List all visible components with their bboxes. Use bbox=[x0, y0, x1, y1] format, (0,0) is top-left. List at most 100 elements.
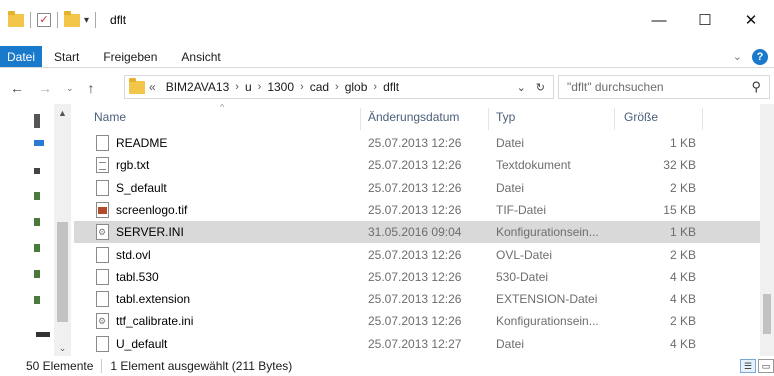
table-row[interactable]: S_default 25.07.2013 12:26 Datei 2 KB bbox=[74, 177, 760, 199]
table-row[interactable]: ttf_calibrate.ini 25.07.2013 12:26 Konfigu… bbox=[74, 310, 760, 332]
network-drive-icon[interactable] bbox=[34, 296, 40, 304]
maximize-button[interactable]: ☐ bbox=[682, 0, 728, 40]
address-bar[interactable]: « BIM2AVA13 › u › 1300 › cad › glob › df… bbox=[124, 75, 554, 99]
breadcrumb-overflow[interactable]: « bbox=[149, 80, 156, 94]
scrollbar-thumb[interactable] bbox=[763, 294, 771, 334]
settings-file-icon bbox=[96, 313, 109, 330]
file-icon bbox=[96, 268, 109, 285]
column-size[interactable]: Größe bbox=[624, 110, 658, 124]
file-size: 4 KB bbox=[669, 292, 696, 307]
search-input[interactable]: "dflt" durchsuchen ⚲ bbox=[558, 75, 770, 99]
large-icons-view-icon[interactable]: ▭ bbox=[758, 359, 774, 373]
table-row[interactable]: README 25.07.2013 12:26 Datei 1 KB bbox=[74, 132, 760, 154]
table-row[interactable]: U_default 25.07.2013 12:27 Datei 4 KB bbox=[74, 333, 760, 355]
new-folder-icon[interactable] bbox=[64, 10, 80, 27]
table-row[interactable]: tabl.530 25.07.2013 12:26 530-Datei 4 KB bbox=[74, 266, 760, 288]
quick-access-icon[interactable] bbox=[34, 114, 40, 128]
title-bar: ✓ ▾ dflt — ☐ ✕ bbox=[0, 0, 774, 40]
network-drive-icon[interactable] bbox=[34, 270, 40, 278]
chevron-right-icon[interactable]: › bbox=[258, 81, 262, 93]
file-date: 25.07.2013 12:26 bbox=[368, 136, 462, 150]
network-drive-icon[interactable] bbox=[34, 218, 40, 226]
chevron-right-icon[interactable]: › bbox=[373, 81, 377, 93]
column-divider[interactable] bbox=[702, 108, 703, 130]
chevron-right-icon[interactable]: › bbox=[335, 81, 339, 93]
file-type: Datei bbox=[496, 180, 525, 195]
table-row[interactable]: tabl.extension 25.07.2013 12:26 EXTENSION-… bbox=[74, 288, 760, 310]
tab-datei[interactable]: Datei bbox=[0, 46, 42, 67]
network-icon[interactable] bbox=[36, 332, 50, 337]
file-name: tabl.530 bbox=[116, 269, 159, 284]
scroll-up-icon[interactable]: ▲ bbox=[54, 108, 71, 118]
file-icon bbox=[96, 335, 109, 352]
close-button[interactable]: ✕ bbox=[728, 0, 774, 40]
refresh-icon[interactable]: ↻ bbox=[536, 81, 545, 94]
file-date: 25.07.2013 12:26 bbox=[368, 202, 462, 217]
divider bbox=[57, 12, 58, 28]
table-row[interactable]: rgb.txt 25.07.2013 12:26 Textdokument 32 KB bbox=[74, 154, 760, 176]
search-icon[interactable]: ⚲ bbox=[751, 79, 761, 95]
table-row[interactable]: SERVER.INI 31.05.2016 09:04 Konfigurations… bbox=[74, 221, 760, 244]
network-drive-icon[interactable] bbox=[34, 192, 40, 200]
table-row[interactable]: std.ovl 25.07.2013 12:26 OVL-Datei 2 KB bbox=[74, 244, 760, 266]
up-icon[interactable]: ↑ bbox=[88, 80, 95, 96]
scroll-down-icon[interactable]: ⌄ bbox=[54, 343, 71, 354]
navigation-scrollbar[interactable]: ▲ ⌄ bbox=[54, 104, 71, 356]
quick-access-toolbar: ✓ ▾ dflt bbox=[0, 0, 126, 40]
breadcrumb-item[interactable]: dflt bbox=[383, 80, 399, 94]
divider bbox=[101, 359, 103, 373]
file-date: 25.07.2013 12:26 bbox=[368, 314, 462, 329]
file-size: 2 KB bbox=[669, 180, 696, 195]
file-type: 530-Datei bbox=[496, 269, 549, 284]
file-name: tabl.extension bbox=[116, 292, 191, 307]
column-divider[interactable] bbox=[488, 108, 489, 130]
breadcrumb-item[interactable]: glob bbox=[345, 80, 368, 94]
ribbon-right: ⌄ ? bbox=[733, 46, 774, 67]
scrollbar-thumb[interactable] bbox=[57, 222, 68, 322]
text-file-icon bbox=[96, 157, 109, 174]
network-drive-icon[interactable] bbox=[34, 244, 40, 252]
file-type: Datei bbox=[496, 136, 525, 150]
column-type[interactable]: Typ bbox=[496, 110, 515, 124]
file-date: 25.07.2013 12:26 bbox=[368, 269, 462, 284]
table-row[interactable]: screenlogo.tif 25.07.2013 12:26 TIF-Datei 1… bbox=[74, 199, 760, 221]
file-name: screenlogo.tif bbox=[116, 202, 188, 217]
help-icon[interactable]: ? bbox=[752, 48, 768, 65]
back-icon[interactable]: ← bbox=[10, 80, 24, 96]
tab-freigeben[interactable]: Freigeben bbox=[91, 46, 169, 67]
image-file-icon bbox=[96, 201, 109, 218]
breadcrumb-item[interactable]: cad bbox=[310, 80, 329, 94]
desktop-icon[interactable] bbox=[34, 140, 44, 146]
drive-icon[interactable] bbox=[34, 168, 40, 174]
breadcrumb-item[interactable]: BIM2AVA13 bbox=[166, 80, 230, 94]
chevron-down-icon[interactable]: ⌄ bbox=[733, 50, 742, 63]
breadcrumb-item[interactable]: u bbox=[245, 80, 252, 94]
column-header: ^ Name Änderungsdatum Typ Größe bbox=[74, 104, 760, 132]
folder-icon[interactable] bbox=[8, 10, 24, 27]
file-size: 4 KB bbox=[669, 269, 696, 284]
file-type: Konfigurationsein... bbox=[496, 314, 599, 329]
column-divider[interactable] bbox=[614, 108, 615, 130]
file-size: 15 KB bbox=[663, 202, 696, 217]
breadcrumb-item[interactable]: 1300 bbox=[267, 80, 294, 94]
recent-locations-icon[interactable]: ⌄ bbox=[66, 83, 74, 94]
file-icon bbox=[96, 135, 109, 151]
details-view-icon[interactable]: ☰ bbox=[740, 359, 756, 373]
chevron-right-icon[interactable]: › bbox=[235, 81, 239, 93]
customize-toolbar-icon[interactable]: ▾ bbox=[84, 15, 89, 26]
file-size: 32 KB bbox=[663, 158, 696, 173]
forward-icon[interactable]: → bbox=[38, 80, 52, 96]
column-date[interactable]: Änderungsdatum bbox=[368, 110, 459, 124]
tab-ansicht[interactable]: Ansicht bbox=[169, 46, 232, 67]
file-list-scrollbar[interactable] bbox=[760, 104, 774, 356]
tab-start[interactable]: Start bbox=[42, 46, 91, 67]
address-actions: ⌄ ↻ bbox=[517, 76, 553, 98]
chevron-right-icon[interactable]: › bbox=[300, 81, 304, 93]
minimize-button[interactable]: — bbox=[636, 0, 682, 40]
file-type: OVL-Datei bbox=[496, 247, 553, 262]
properties-icon[interactable]: ✓ bbox=[37, 13, 51, 27]
address-dropdown-icon[interactable]: ⌄ bbox=[517, 81, 526, 94]
file-date: 25.07.2013 12:26 bbox=[368, 158, 462, 173]
column-divider[interactable] bbox=[360, 108, 361, 130]
column-name[interactable]: Name bbox=[94, 110, 126, 124]
